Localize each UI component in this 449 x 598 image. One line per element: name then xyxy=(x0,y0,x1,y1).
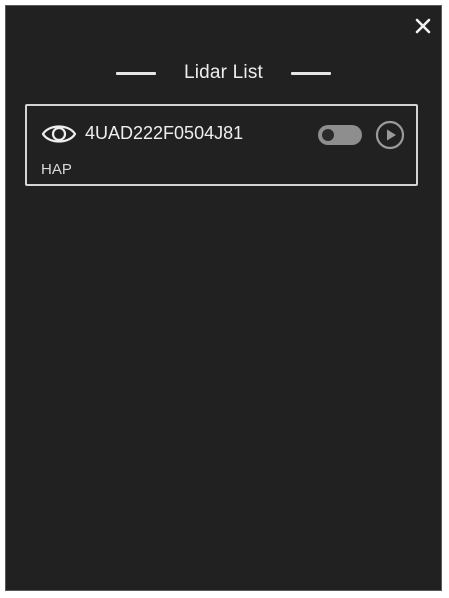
play-circle-icon[interactable] xyxy=(375,120,405,150)
lidar-list-panel: Lidar List 4UAD222F0504J81 HAP xyxy=(5,5,442,591)
header-left-divider xyxy=(115,71,156,75)
lidar-model-type: HAP xyxy=(41,161,72,178)
lidar-list-item[interactable]: 4UAD222F0504J81 HAP xyxy=(25,104,418,186)
lidar-serial-number: 4UAD222F0504J81 xyxy=(85,123,244,143)
eye-icon[interactable] xyxy=(41,121,77,147)
toggle-knob xyxy=(322,129,334,141)
header-right-divider xyxy=(291,71,332,75)
panel-header: Lidar List xyxy=(6,59,441,87)
close-icon[interactable] xyxy=(414,17,432,35)
panel-title: Lidar List xyxy=(183,62,264,83)
lidar-enable-toggle[interactable] xyxy=(318,125,362,145)
